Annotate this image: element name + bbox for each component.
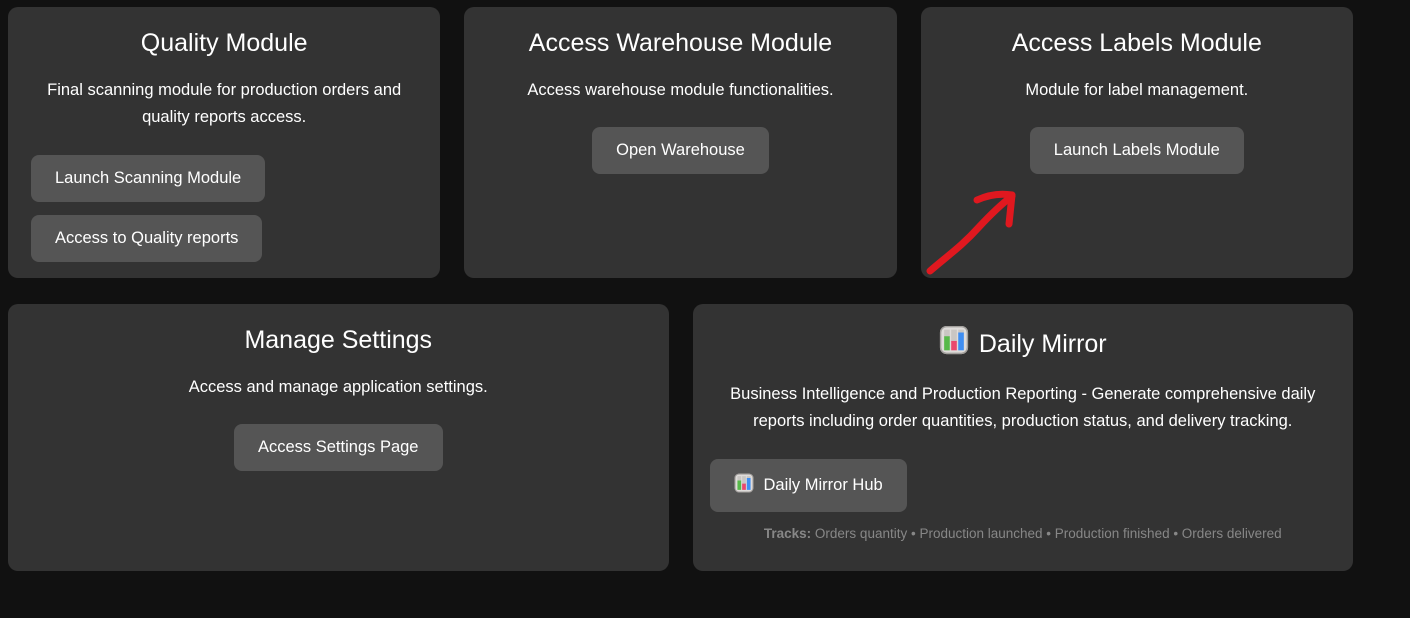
card-warehouse-module: Access Warehouse Module Access warehouse… — [464, 7, 896, 278]
card-manage-settings: Manage Settings Access and manage applic… — [8, 304, 669, 571]
access-settings-page-button[interactable]: Access Settings Page — [234, 424, 443, 471]
card-quality-module: Quality Module Final scanning module for… — [8, 7, 440, 278]
quality-buttons: Launch Scanning Module Access to Quality… — [23, 155, 425, 262]
access-quality-reports-button[interactable]: Access to Quality reports — [31, 215, 262, 262]
daily-mirror-hub-button[interactable]: Daily Mirror Hub — [710, 459, 907, 512]
bar-chart-icon — [939, 325, 969, 362]
card-daily-mirror: Daily Mirror Business Intelligence and P… — [693, 304, 1354, 571]
launch-scanning-module-button[interactable]: Launch Scanning Module — [31, 155, 265, 202]
card-title-warehouse: Access Warehouse Module — [479, 28, 881, 58]
tracks-label: Tracks: — [764, 526, 815, 541]
launch-labels-module-button[interactable]: Launch Labels Module — [1030, 127, 1244, 174]
card-title-settings: Manage Settings — [23, 325, 654, 355]
bar-chart-icon — [734, 473, 754, 498]
card-title-daily-mirror-text: Daily Mirror — [979, 329, 1107, 359]
card-title-quality: Quality Module — [23, 28, 425, 58]
card-description-quality: Final scanning module for production ord… — [23, 77, 425, 131]
card-title-labels: Access Labels Module — [936, 28, 1338, 58]
card-labels-module: Access Labels Module Module for label ma… — [921, 7, 1353, 278]
card-description-warehouse: Access warehouse module functionalities. — [479, 77, 881, 104]
dashboard: Quality Module Final scanning module for… — [0, 0, 1360, 571]
card-title-daily-mirror: Daily Mirror — [708, 325, 1339, 362]
tracks-items: Orders quantity • Production launched • … — [815, 526, 1282, 541]
top-row: Quality Module Final scanning module for… — [8, 7, 1353, 278]
card-description-settings: Access and manage application settings. — [23, 374, 654, 401]
tracks-line: Tracks: Orders quantity • Production lau… — [708, 526, 1339, 541]
card-description-labels: Module for label management. — [936, 77, 1338, 104]
card-description-daily-mirror: Business Intelligence and Production Rep… — [708, 381, 1339, 435]
open-warehouse-button[interactable]: Open Warehouse — [592, 127, 769, 174]
daily-mirror-hub-button-label: Daily Mirror Hub — [764, 476, 883, 495]
bottom-row: Manage Settings Access and manage applic… — [8, 304, 1353, 571]
